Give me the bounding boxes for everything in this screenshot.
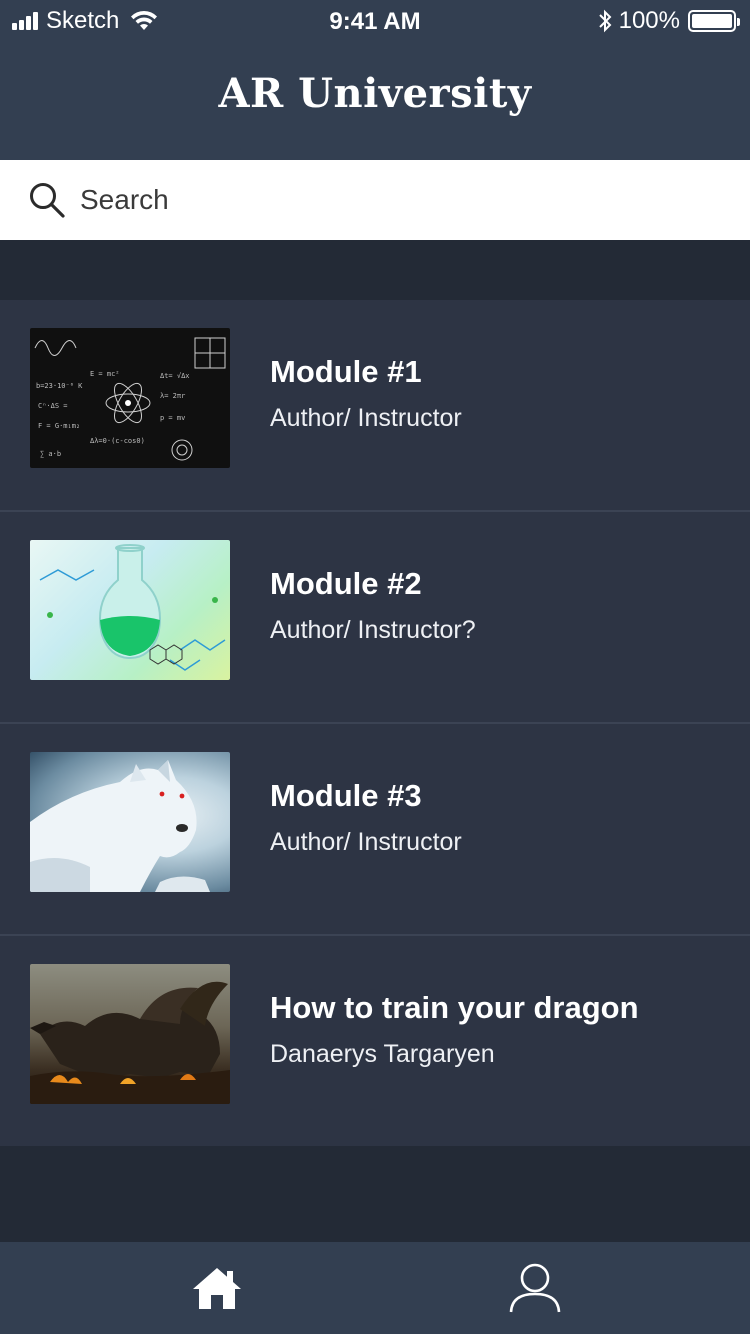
bluetooth-icon	[598, 9, 612, 33]
module-title: How to train your dragon	[270, 990, 639, 1025]
svg-text:λ= 2πr: λ= 2πr	[160, 392, 185, 400]
list-item[interactable]: Module #3 Author/ Instructor	[0, 724, 750, 936]
svg-text:F = G·m₁m₂: F = G·m₁m₂	[38, 422, 80, 430]
chemistry-flask-image	[39, 544, 226, 671]
battery-icon	[688, 10, 740, 32]
list-item[interactable]: How to train your dragon Danaerys Targar…	[0, 936, 750, 1148]
dragon-image	[30, 981, 230, 1104]
module-author: Author/ Instructor	[270, 404, 462, 432]
svg-text:Cⁿ·ΔS =: Cⁿ·ΔS =	[38, 402, 68, 410]
svg-text:b=23·10⁻⁶ K: b=23·10⁻⁶ K	[36, 382, 83, 390]
module-thumbnail	[30, 964, 230, 1104]
search-bar[interactable]	[0, 160, 750, 240]
svg-text:Δλ=0·(c-cos0): Δλ=0·(c-cos0)	[90, 437, 145, 445]
svg-text:∑ a·b: ∑ a·b	[40, 450, 61, 458]
module-title: Module #1	[270, 354, 422, 389]
tab-bar	[0, 1242, 750, 1334]
page-title: AR University	[218, 70, 532, 117]
module-author: Danaerys Targaryen	[270, 1040, 495, 1068]
white-wolf-image	[30, 760, 210, 892]
svg-text:p = mv: p = mv	[160, 414, 185, 422]
battery-percent: 100%	[618, 7, 680, 34]
search-input[interactable]	[80, 184, 680, 216]
module-title: Module #2	[270, 566, 422, 601]
physics-formulas-image: E = mc² b=23·10⁻⁶ K Cⁿ·ΔS = Δt= √Δx λ= 2…	[34, 337, 226, 461]
search-icon	[30, 183, 65, 218]
module-title: Module #3	[270, 778, 422, 813]
module-thumbnail	[30, 540, 230, 680]
user-icon	[509, 1263, 561, 1313]
module-thumbnail: E = mc² b=23·10⁻⁶ K Cⁿ·ΔS = Δt= √Δx λ= 2…	[30, 328, 230, 468]
svg-text:E = mc²: E = mc²	[90, 370, 120, 378]
tab-profile[interactable]	[507, 1260, 563, 1316]
status-bar: Sketch 9:41 AM 100%	[0, 0, 750, 42]
svg-text:Δt= √Δx: Δt= √Δx	[160, 372, 190, 380]
tab-home[interactable]	[189, 1260, 245, 1316]
status-right: 100%	[597, 7, 740, 34]
home-icon	[193, 1268, 241, 1309]
module-author: Author/ Instructor	[270, 828, 462, 856]
module-list: E = mc² b=23·10⁻⁶ K Cⁿ·ΔS = Δt= √Δx λ= 2…	[0, 300, 750, 1146]
module-author: Author/ Instructor?	[270, 616, 476, 644]
list-item[interactable]: E = mc² b=23·10⁻⁶ K Cⁿ·ΔS = Δt= √Δx λ= 2…	[0, 300, 750, 512]
module-thumbnail	[30, 752, 230, 892]
list-item[interactable]: Module #2 Author/ Instructor?	[0, 512, 750, 724]
app-screen: Sketch 9:41 AM 100% AR University Search…	[0, 0, 750, 1334]
header: Sketch 9:41 AM 100% AR University	[0, 0, 750, 160]
